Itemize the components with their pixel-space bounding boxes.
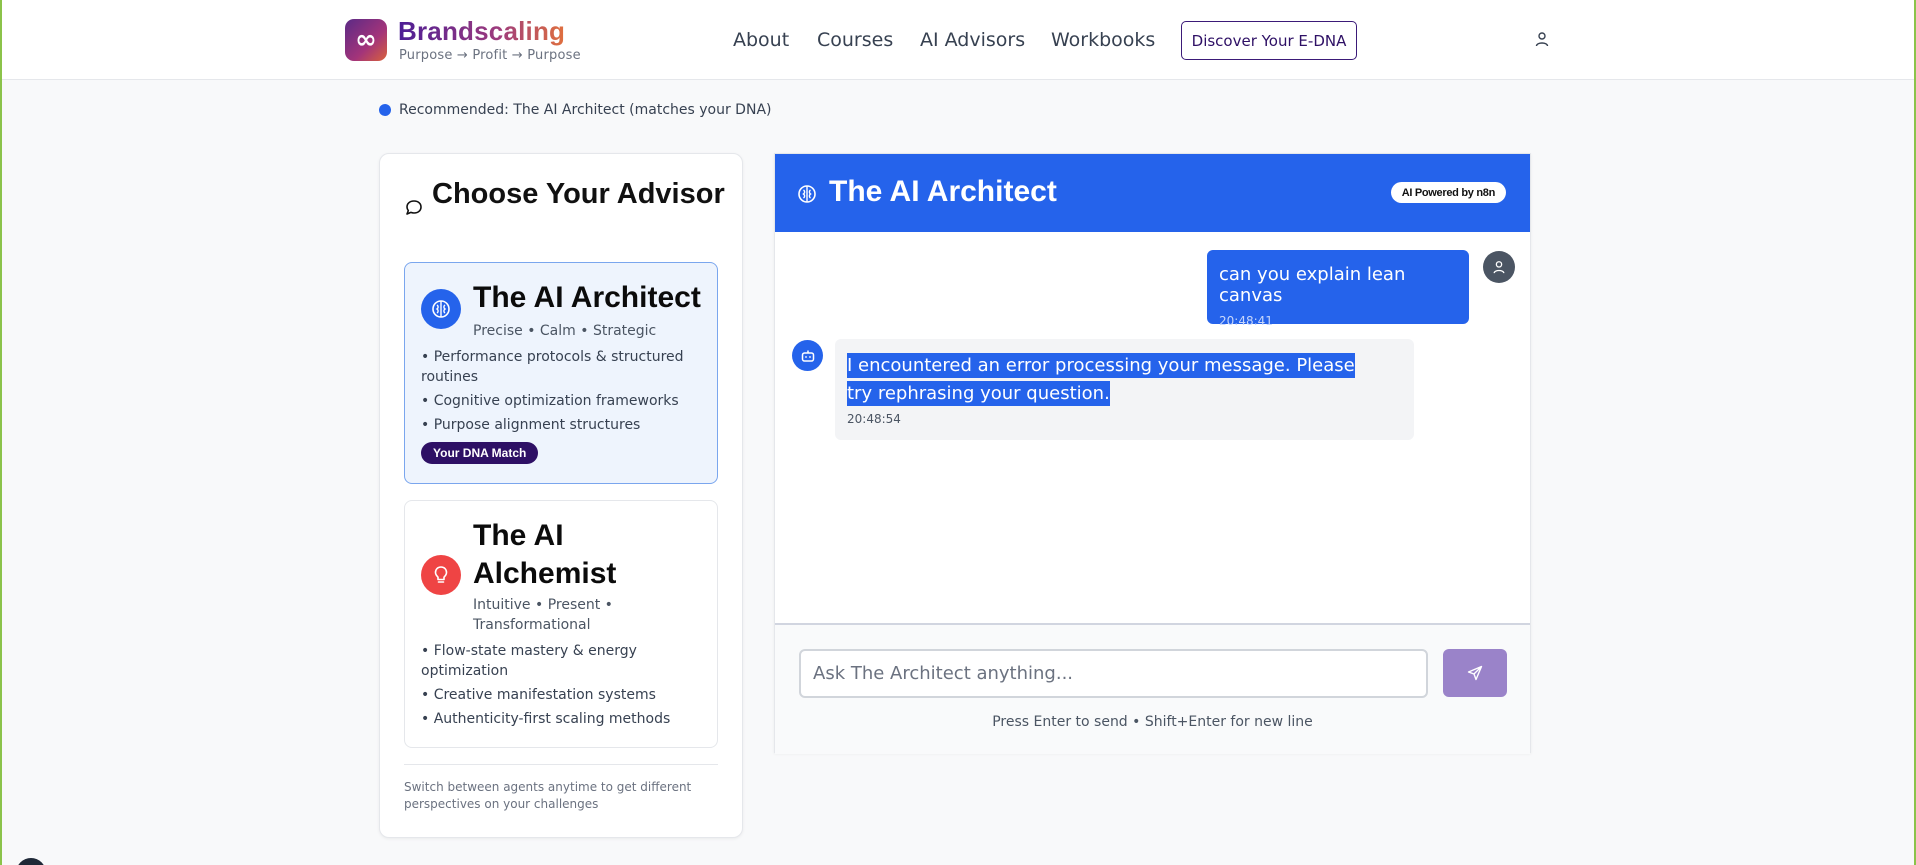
advisor-feature-list: • Flow-state mastery & energy optimizati… bbox=[421, 641, 711, 733]
advisor-card-architect[interactable]: The AI Architect Precise • Calm • Strate… bbox=[404, 262, 718, 484]
advisor-card-alchemist[interactable]: The AI Alchemist Intuitive • Present • T… bbox=[404, 500, 718, 748]
recommendation-text: Recommended: The AI Architect (matches y… bbox=[399, 102, 772, 118]
user-avatar bbox=[1483, 251, 1515, 283]
discover-edna-button[interactable]: Discover Your E-DNA bbox=[1181, 21, 1357, 60]
bot-avatar bbox=[792, 340, 823, 371]
advisor-feature: • Purpose alignment structures bbox=[421, 417, 641, 433]
recommendation-banner: Recommended: The AI Architect (matches y… bbox=[379, 102, 771, 118]
message-time: 20:48:41 bbox=[1219, 314, 1273, 328]
user-icon[interactable] bbox=[1534, 31, 1550, 47]
site-header: ∞ Brandscaling Purpose → Profit → Purpos… bbox=[2, 0, 1914, 80]
message-text: can you explain lean canvas bbox=[1219, 264, 1406, 306]
infinity-icon: ∞ bbox=[355, 25, 377, 55]
user-icon bbox=[1493, 261, 1505, 274]
nav-ai-advisors[interactable]: AI Advisors bbox=[920, 29, 1025, 51]
floating-help-button[interactable] bbox=[16, 858, 46, 865]
selected-text: I encountered an error processing your m… bbox=[847, 353, 1355, 406]
advisor-feature: • Flow-state mastery & energy optimizati… bbox=[421, 643, 637, 679]
user-message: can you explain lean canvas 20:48:41 bbox=[1207, 250, 1469, 328]
brand-tagline: Purpose → Profit → Purpose bbox=[399, 48, 581, 63]
chat-input[interactable] bbox=[799, 649, 1428, 698]
advisor-feature: • Authenticity-first scaling methods bbox=[421, 711, 671, 727]
advisor-panel-footer: Switch between agents anytime to get dif… bbox=[404, 780, 692, 811]
chat-title: The AI Architect bbox=[829, 175, 1057, 208]
composer-hint: Press Enter to send • Shift+Enter for ne… bbox=[992, 714, 1313, 730]
chat-bubble-icon bbox=[406, 200, 422, 215]
chat-header: The AI Architect AI Powered by n8n bbox=[775, 154, 1530, 232]
send-icon bbox=[1467, 665, 1483, 681]
advisor-feature-list: • Performance protocols & structured rou… bbox=[421, 347, 711, 439]
advisor-traits: Intuitive • Present • Transformational bbox=[473, 597, 613, 633]
advisor-feature: • Performance protocols & structured rou… bbox=[421, 349, 684, 385]
message-text: I encountered an error processing your m… bbox=[847, 352, 1367, 408]
advisor-panel-title: Choose Your Advisor bbox=[432, 178, 725, 210]
bot-message: I encountered an error processing your m… bbox=[835, 339, 1414, 440]
powered-by-badge: AI Powered by n8n bbox=[1390, 182, 1506, 203]
advisor-panel: Choose Your Advisor The AI Architect Pre… bbox=[379, 153, 743, 838]
lightbulb-icon bbox=[434, 566, 448, 583]
advisor-name: The AI Alchemist bbox=[473, 519, 617, 590]
divider bbox=[404, 764, 718, 765]
chat-panel: The AI Architect AI Powered by n8n can y… bbox=[774, 153, 1531, 754]
message-time: 20:48:54 bbox=[847, 412, 901, 426]
advisor-name: The AI Architect bbox=[473, 281, 701, 314]
advisor-feature: • Cognitive optimization frameworks bbox=[421, 393, 679, 409]
nav-courses[interactable]: Courses bbox=[817, 29, 893, 51]
advisor-avatar bbox=[421, 555, 461, 595]
advisor-avatar bbox=[421, 289, 461, 329]
brain-icon bbox=[798, 185, 816, 203]
chat-composer: Press Enter to send • Shift+Enter for ne… bbox=[775, 623, 1530, 754]
nav-workbooks[interactable]: Workbooks bbox=[1051, 29, 1155, 51]
nav-about[interactable]: About bbox=[733, 29, 789, 51]
advisor-traits: Precise • Calm • Strategic bbox=[473, 323, 657, 339]
brand-name[interactable]: Brandscaling bbox=[398, 16, 565, 47]
bot-icon bbox=[801, 350, 814, 362]
send-button[interactable] bbox=[1443, 649, 1507, 697]
dna-match-badge: Your DNA Match bbox=[421, 442, 539, 464]
brain-icon bbox=[432, 300, 450, 318]
recommendation-dot-icon bbox=[379, 104, 391, 116]
brand-logo[interactable]: ∞ bbox=[345, 19, 387, 61]
advisor-feature: • Creative manifestation systems bbox=[421, 687, 656, 703]
